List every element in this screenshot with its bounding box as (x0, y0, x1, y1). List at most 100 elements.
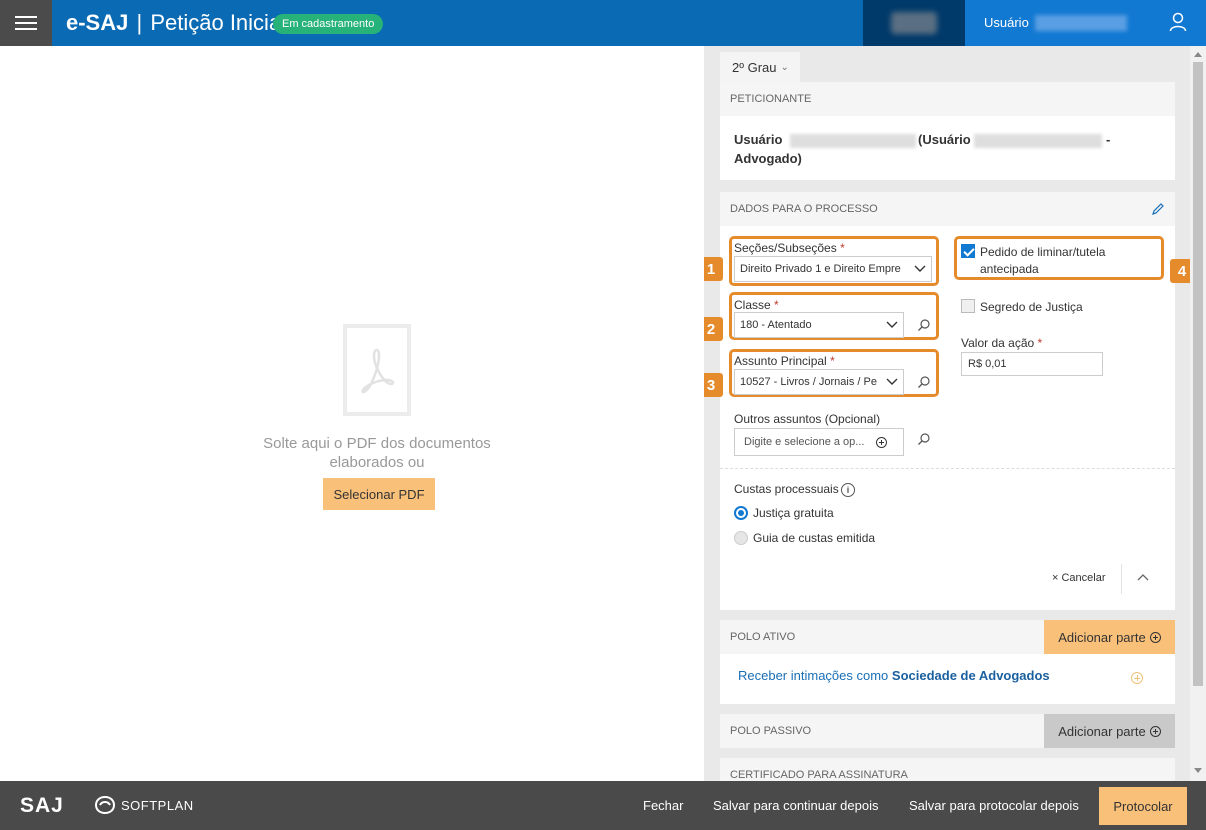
protocolar-button[interactable]: Protocolar (1099, 787, 1187, 825)
certificado-header: CERTIFICADO PARA ASSINATURA (720, 758, 1175, 781)
cancel-button[interactable]: × Cancelar (1052, 572, 1106, 584)
button-separator (1121, 564, 1122, 594)
salvar-continuar-button[interactable]: Salvar para continuar depois (713, 798, 879, 813)
grau-tab-label: 2º Grau (732, 59, 777, 75)
menu-icon[interactable] (0, 0, 52, 46)
add-part-passivo-label: Adicionar parte (1058, 723, 1146, 739)
pdf-dropzone[interactable]: Solte aqui o PDF dos documentos elaborad… (0, 46, 704, 781)
plus-circle-icon[interactable] (876, 436, 887, 448)
polo-ativo-title: POLO ATIVO (730, 631, 796, 643)
add-part-ativo-button[interactable]: Adicionar parte (1044, 620, 1175, 654)
polo-ativo-card: POLO ATIVO Adicionar parte Receber intim… (720, 620, 1175, 704)
classe-label: Classe * (734, 298, 779, 312)
softplan-logo-icon (94, 795, 116, 815)
annotation-badge-4: 4 (1170, 259, 1190, 283)
page-title: Petição Inicial (150, 10, 287, 35)
dados-processo-title: DADOS PARA O PROCESSO (730, 203, 878, 215)
annotation-badge-1: 1 (704, 257, 723, 281)
plus-circle-icon[interactable] (1131, 672, 1143, 684)
dados-processo-card: DADOS PARA O PROCESSO 1 Seções/Subseções… (704, 192, 1190, 610)
fechar-button[interactable]: Fechar (643, 798, 683, 813)
dados-processo-header: DADOS PARA O PROCESSO (720, 192, 1175, 226)
chevron-down-icon: ⌄ (780, 61, 789, 73)
top-bar: e-SAJ | Petição Inicial Em cadastramento… (0, 0, 1206, 46)
chevron-down-icon (886, 321, 898, 328)
radio-guia-custas[interactable] (734, 531, 748, 545)
peticionante-name-middle: (Usuário (918, 132, 971, 147)
scroll-down-arrow[interactable] (1194, 768, 1202, 773)
title-separator: | (136, 10, 143, 35)
guia-custas-label: Guia de custas emitida (753, 531, 876, 545)
secoes-label: Seções/Subseções * (734, 241, 845, 255)
classe-label-text: Classe (734, 298, 771, 312)
secoes-select[interactable]: Direito Privado 1 e Direito Empre (734, 256, 932, 282)
panel-scrollbar[interactable] (1190, 46, 1206, 781)
search-icon[interactable] (917, 375, 931, 389)
liminar-checkbox[interactable] (961, 244, 975, 258)
valor-label-text: Valor da ação (961, 336, 1035, 350)
segredo-checkbox[interactable] (961, 299, 975, 313)
chevron-up-icon[interactable] (1136, 572, 1150, 582)
blurred-name (790, 134, 916, 148)
peticionante-role: Advogado) (734, 151, 802, 166)
section-divider (720, 468, 1175, 469)
app-title: e-SAJ | Petição Inicial (66, 10, 286, 36)
peticionante-name: Usuário (734, 132, 782, 147)
dropzone-instruction: Solte aqui o PDF dos documentos elaborad… (263, 435, 491, 471)
secoes-required: * (840, 241, 845, 255)
chevron-down-icon (886, 378, 898, 385)
add-part-passivo-button[interactable]: Adicionar parte (1044, 714, 1175, 748)
secoes-value: Direito Privado 1 e Direito Empre (740, 263, 901, 275)
liminar-label: Pedido de liminar/tutela antecipada (980, 245, 1106, 276)
outros-placeholder: Digite e selecione a op... (744, 436, 865, 448)
info-icon[interactable]: i (841, 483, 855, 497)
peticionante-card: PETICIONANTE Usuário (Usuário - Advogado… (720, 82, 1175, 180)
assunto-value: 10527 - Livros / Jornais / Pe (740, 376, 877, 388)
salvar-protocolar-button[interactable]: Salvar para protocolar depois (909, 798, 1079, 813)
outros-input[interactable]: Digite e selecione a op... (734, 428, 904, 456)
outros-label: Outros assuntos (Opcional) (734, 412, 881, 426)
edit-icon[interactable] (1151, 202, 1165, 216)
polo-passivo-title: POLO PASSIVO (730, 725, 812, 737)
select-pdf-button[interactable]: Selecionar PDF (323, 478, 435, 510)
assunto-select[interactable]: 10527 - Livros / Jornais / Pe (734, 369, 904, 395)
blurred-username-2 (974, 134, 1102, 148)
plus-circle-icon (1149, 631, 1161, 643)
classe-value: 180 - Atentado (740, 319, 812, 331)
chevron-down-icon (914, 265, 926, 272)
annotation-badge-3: 3 (704, 373, 723, 397)
right-panel: 2º Grau ⌄ PETICIONANTE Usuário (Usuário … (704, 46, 1190, 781)
bottom-bar: SAJ SOFTPLAN Fechar Salvar para continua… (0, 781, 1206, 830)
scroll-thumb[interactable] (1193, 62, 1203, 686)
peticionante-name-suffix: - (1106, 132, 1111, 147)
valor-label: Valor da ação * (961, 336, 1042, 350)
valor-required: * (1037, 336, 1043, 350)
radio-justica-gratuita[interactable] (734, 506, 748, 520)
grau-tab[interactable]: 2º Grau ⌄ (720, 52, 800, 82)
blurred-username (1035, 15, 1127, 31)
plus-circle-icon (1149, 725, 1161, 737)
segredo-label: Segredo de Justiça (980, 300, 1083, 314)
receber-bold: Sociedade de Advogados (891, 668, 1050, 683)
justica-gratuita-label: Justiça gratuita (753, 506, 834, 520)
user-icon[interactable] (1169, 12, 1187, 32)
polo-passivo-card: POLO PASSIVO Adicionar parte (720, 714, 1175, 748)
assunto-label: Assunto Principal * (734, 354, 835, 368)
user-label: Usuário (984, 15, 1029, 30)
status-badge: Em cadastramento (273, 14, 384, 34)
receber-intimacoes-link[interactable]: Receber intimações como Sociedade de Adv… (738, 668, 1050, 683)
peticionante-header: PETICIONANTE (720, 82, 1175, 116)
search-icon[interactable] (917, 432, 931, 446)
polo-ativo-header: POLO ATIVO Adicionar parte (720, 620, 1175, 654)
assunto-required: * (830, 354, 835, 368)
user-menu[interactable]: Usuário (965, 0, 1206, 46)
softplan-text: SOFTPLAN (121, 798, 194, 813)
classe-select[interactable]: 180 - Atentado (734, 312, 904, 338)
valor-input[interactable]: R$ 0,01 (961, 352, 1103, 376)
brand-name: e-SAJ (66, 10, 129, 35)
add-part-ativo-label: Adicionar parte (1058, 629, 1146, 645)
search-icon[interactable] (917, 318, 931, 332)
scroll-up-arrow[interactable] (1194, 52, 1202, 57)
pdf-icon (343, 324, 411, 416)
annotation-badge-2: 2 (704, 317, 723, 341)
